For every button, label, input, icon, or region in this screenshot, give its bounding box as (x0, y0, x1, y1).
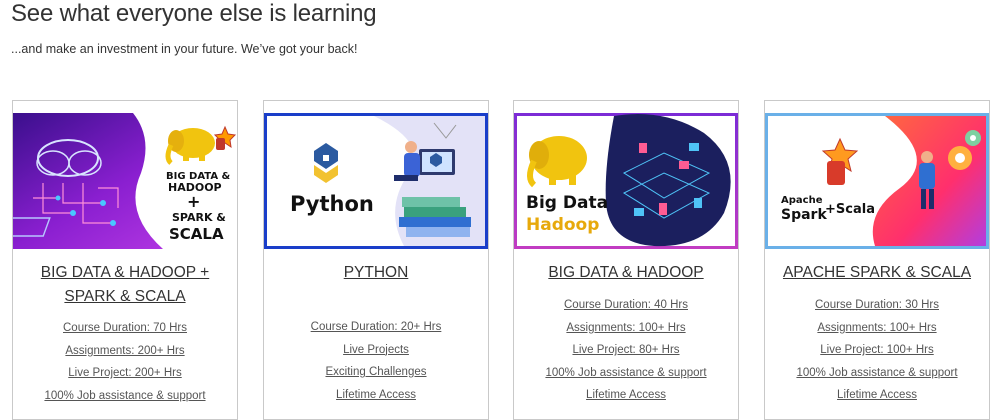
feature-list: Course Duration: 20+ Hrs Live Projects E… (264, 316, 488, 406)
thumbnail-text-line: Big Data (526, 193, 608, 213)
thumbnail-text-line: + (187, 192, 200, 211)
course-thumbnail-bigdata-hadoop[interactable]: Big Data Hadoop (514, 113, 738, 249)
feature-link[interactable]: Live Project: 100+ Hrs (765, 339, 989, 362)
feature-link[interactable]: Assignments: 100+ Hrs (765, 317, 989, 340)
course-title-link[interactable]: PYTHON (264, 261, 488, 285)
feature-link[interactable]: Lifetime Access (514, 384, 738, 407)
course-thumbnail-python[interactable]: Python (264, 113, 488, 249)
section-subtitle: ...and make an investment in your future… (11, 42, 358, 56)
feature-link[interactable]: Assignments: 100+ Hrs (514, 317, 738, 340)
feature-link[interactable]: Exciting Challenges (264, 361, 488, 384)
feature-list: Course Duration: 40 Hrs Assignments: 100… (514, 294, 738, 407)
course-card-spark-scala[interactable]: Apache Spark +Scala APACHE SPARK & SCALA… (764, 100, 990, 420)
feature-link[interactable]: 100% Job assistance & support (13, 385, 237, 408)
feature-link[interactable]: Lifetime Access (765, 384, 989, 407)
thumbnail-text-line: +Scala (825, 202, 875, 217)
thumbnail-text-line: Python (290, 192, 374, 216)
thumbnail-text-line: Hadoop (526, 215, 599, 235)
feature-link[interactable]: Course Duration: 30 Hrs (765, 294, 989, 317)
course-thumbnail-bigdata-spark[interactable]: BIG DATA & HADOOP + SPARK & SCALA (13, 113, 237, 249)
course-card-bigdata-hadoop[interactable]: Big Data Hadoop BIG DATA & HADOOP Course… (513, 100, 739, 420)
laptop-icon (419, 149, 455, 175)
feature-link[interactable]: Course Duration: 40 Hrs (514, 294, 738, 317)
thumbnail-text-line: Spark (781, 207, 827, 223)
feature-link[interactable]: Live Project: 80+ Hrs (514, 339, 738, 362)
feature-link[interactable]: Assignments: 200+ Hrs (13, 340, 237, 363)
feature-link[interactable]: Course Duration: 20+ Hrs (264, 316, 488, 339)
course-title-link[interactable]: BIG DATA & HADOOP (514, 261, 738, 285)
thumbnail-text-line: Apache (781, 195, 823, 206)
course-card-bigdata-spark[interactable]: BIG DATA & HADOOP + SPARK & SCALA BIG DA… (12, 100, 238, 420)
thumbnail-text-line: SCALA (169, 225, 224, 243)
course-title-link[interactable]: APACHE SPARK & SCALA (765, 261, 989, 285)
feature-link[interactable]: 100% Job assistance & support (765, 362, 989, 385)
course-card-python[interactable]: Python PYTHON Course Duration: 20+ Hrs L (263, 100, 489, 420)
python-logo-icon (314, 143, 338, 183)
feature-link[interactable]: Live Projects (264, 339, 488, 362)
section-title: See what everyone else is learning (11, 0, 377, 27)
feature-list: Course Duration: 30 Hrs Assignments: 100… (765, 294, 989, 407)
feature-list: Course Duration: 70 Hrs Assignments: 200… (13, 317, 237, 407)
course-thumbnail-spark-scala[interactable]: Apache Spark +Scala (765, 113, 989, 249)
feature-link[interactable]: Lifetime Access (264, 384, 488, 407)
feature-link[interactable]: Live Project: 200+ Hrs (13, 362, 237, 385)
thumbnail-text-line: SPARK & (172, 211, 226, 224)
feature-link[interactable]: Course Duration: 70 Hrs (13, 317, 237, 340)
course-title-link[interactable]: BIG DATA & HADOOP + SPARK & SCALA (13, 261, 237, 309)
feature-link[interactable]: 100% Job assistance & support (514, 362, 738, 385)
